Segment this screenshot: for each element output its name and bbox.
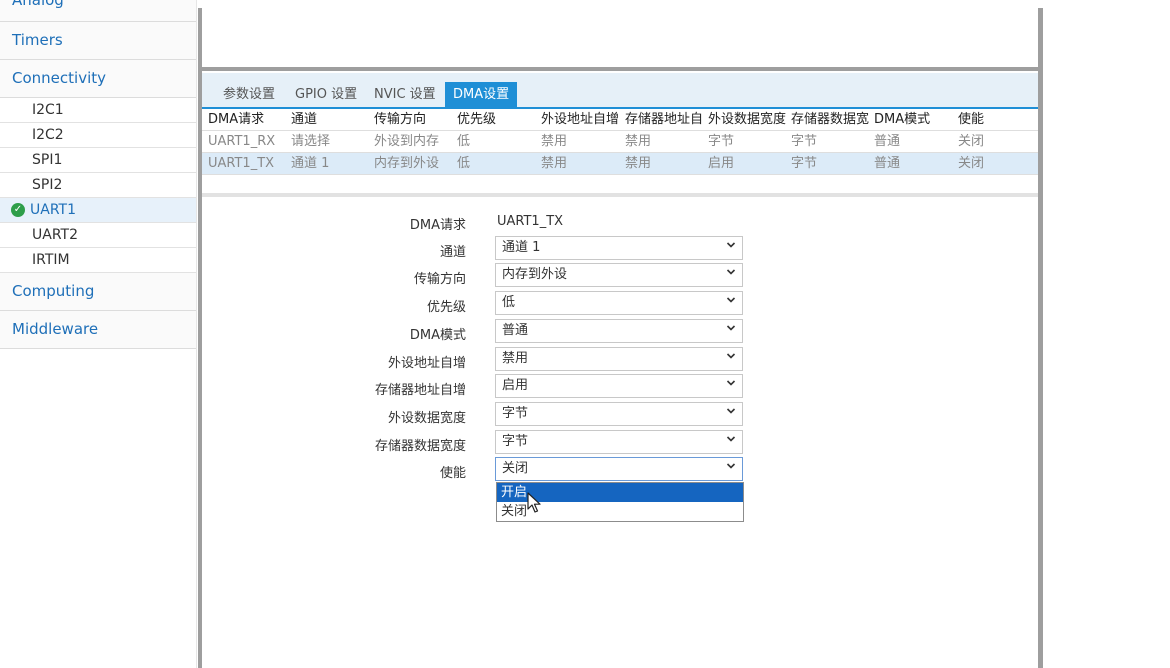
sidebar-item-spi1[interactable]: SPI1	[0, 148, 196, 173]
dma-request-value: UART1_TX	[497, 214, 564, 229]
select-value: 字节	[502, 406, 529, 421]
column-header[interactable]: DMA请求	[208, 109, 288, 130]
direction-label: 传输方向	[413, 272, 466, 287]
chevron-down-icon	[726, 325, 736, 331]
sidebar-category-label: Connectivity	[12, 69, 106, 87]
table-cell: 低	[457, 156, 471, 171]
table-row[interactable]: UART1_RX 请选择 外设到内存 低 禁用 禁用 字节 字节 普通 关闭	[202, 131, 1038, 153]
column-header[interactable]: 传输方向	[374, 109, 454, 130]
channel-select[interactable]: 通道 1	[495, 236, 743, 260]
periph-width-select[interactable]: 字节	[495, 402, 743, 426]
table-cell: 禁用	[625, 134, 652, 149]
table-header-row: DMA请求 通道 传输方向 优先级 外设地址自增 存储器地址自 外设数据宽度 存…	[202, 109, 1038, 131]
chevron-down-icon	[726, 269, 736, 275]
tab-parameter-settings[interactable]: 参数设置	[223, 82, 275, 107]
select-value: 禁用	[502, 351, 529, 366]
select-value: 字节	[502, 434, 529, 449]
table-cell: 关闭	[958, 156, 985, 171]
chevron-down-icon	[726, 380, 736, 386]
table-cell: 字节	[791, 134, 818, 149]
table-cell: UART1_TX	[208, 156, 275, 171]
enable-label: 使能	[439, 466, 466, 481]
column-header[interactable]: 使能	[958, 109, 1028, 130]
table-cell: 普通	[874, 134, 901, 149]
sidebar-item-label: SPI1	[32, 152, 63, 168]
sidebar-category-analog[interactable]: Analog	[0, 0, 196, 22]
chevron-down-icon	[726, 297, 736, 303]
chevron-down-icon	[726, 408, 736, 414]
select-value: 关闭	[502, 461, 529, 476]
table-cell: 关闭	[958, 134, 985, 149]
select-value: 普通	[502, 323, 529, 338]
select-value: 启用	[502, 378, 529, 393]
select-value: 低	[502, 295, 516, 310]
sidebar-item-label: I2C2	[32, 127, 64, 143]
chevron-down-icon	[726, 463, 736, 469]
column-header[interactable]: 通道	[291, 109, 357, 130]
column-header[interactable]: 外设地址自增	[541, 109, 624, 130]
column-header[interactable]: 外设数据宽度	[708, 109, 791, 130]
table-cell: 外设到内存	[374, 134, 440, 149]
table-cell: 通道 1	[291, 156, 330, 171]
table-cell: 禁用	[625, 156, 652, 171]
panel-splitter-top[interactable]	[202, 67, 1038, 71]
chevron-down-icon	[726, 353, 736, 359]
dma-request-table: DMA请求 通道 传输方向 优先级 外设地址自增 存储器地址自 外设数据宽度 存…	[202, 109, 1038, 175]
dma-mode-label: DMA模式	[409, 328, 466, 343]
table-cell: 低	[457, 134, 471, 149]
priority-select[interactable]: 低	[495, 291, 743, 315]
sidebar-category-timers[interactable]: Timers	[0, 22, 196, 60]
periph-increment-label: 外设地址自增	[387, 356, 466, 371]
sidebar-item-label: I2C1	[32, 102, 64, 118]
table-cell: 请选择	[291, 134, 331, 149]
table-cell: UART1_RX	[208, 134, 276, 149]
select-value: 通道 1	[502, 240, 541, 255]
table-cell: 普通	[874, 156, 901, 171]
priority-label: 优先级	[426, 300, 466, 315]
chevron-down-icon	[726, 242, 736, 248]
tab-gpio-settings[interactable]: GPIO 设置	[295, 82, 357, 107]
panel-splitter-right[interactable]	[1038, 8, 1043, 668]
periph-increment-select[interactable]: 禁用	[495, 347, 743, 371]
table-cell: 禁用	[541, 134, 568, 149]
sidebar-category-label: Timers	[12, 31, 63, 49]
table-cell: 启用	[708, 156, 735, 171]
sidebar-item-label: SPI2	[32, 177, 63, 193]
sidebar-item-i2c2[interactable]: I2C2	[0, 123, 196, 148]
sidebar-category-label: Analog	[12, 0, 64, 9]
column-header[interactable]: 存储器数据宽	[791, 109, 873, 130]
table-cell: 字节	[708, 134, 735, 149]
mouse-cursor-icon	[527, 492, 541, 513]
column-header[interactable]: 优先级	[457, 109, 537, 130]
direction-select[interactable]: 内存到外设	[495, 263, 743, 287]
tab-dma-settings[interactable]: DMA设置	[445, 82, 518, 107]
column-header[interactable]: 存储器地址自	[625, 109, 707, 130]
memory-increment-label: 存储器地址自增	[374, 383, 466, 398]
dma-mode-select[interactable]: 普通	[495, 319, 743, 343]
channel-label: 通道	[439, 245, 466, 260]
tab-nvic-settings[interactable]: NVIC 设置	[374, 82, 436, 107]
table-cell: 禁用	[541, 156, 568, 171]
sidebar-category-connectivity[interactable]: Connectivity	[0, 60, 196, 98]
sidebar-item-spi2[interactable]: SPI2	[0, 173, 196, 198]
periph-width-label: 外设数据宽度	[387, 411, 466, 426]
dma-request-label: DMA请求	[409, 218, 466, 233]
table-form-divider[interactable]	[202, 193, 1038, 197]
table-cell: 内存到外设	[374, 156, 440, 171]
table-cell: 字节	[791, 156, 818, 171]
memory-width-select[interactable]: 字节	[495, 430, 743, 454]
sidebar-item-i2c1[interactable]: I2C1	[0, 98, 196, 123]
memory-width-label: 存储器数据宽度	[374, 439, 466, 454]
table-row-selected[interactable]: UART1_TX 通道 1 内存到外设 低 禁用 禁用 启用 字节 普通 关闭	[202, 153, 1038, 175]
memory-increment-select[interactable]: 启用	[495, 374, 743, 398]
enable-select[interactable]: 关闭	[495, 457, 743, 481]
column-header[interactable]: DMA模式	[874, 109, 954, 130]
chevron-down-icon	[726, 436, 736, 442]
select-value: 内存到外设	[502, 267, 568, 282]
config-tab-bar: 参数设置 GPIO 设置 NVIC 设置 DMA设置	[202, 73, 1038, 109]
